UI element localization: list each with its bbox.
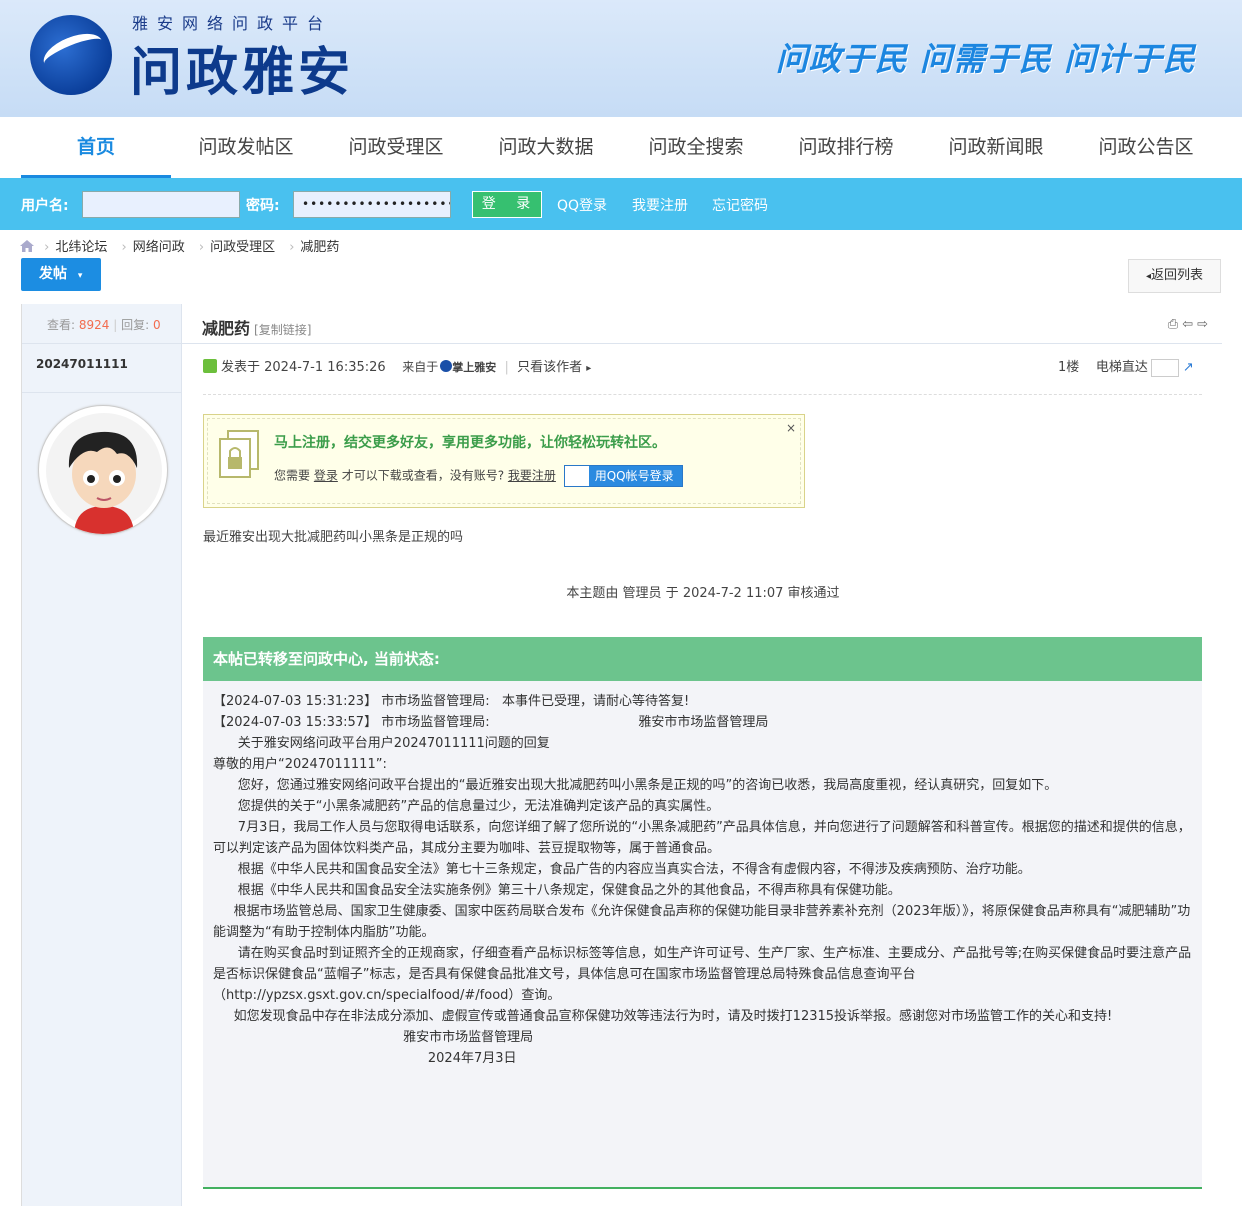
thread-header: 查看: 8924 | 回复: 0 减肥药 [复制链接] ⎙⇦⇨ bbox=[22, 304, 1222, 344]
user-online-icon bbox=[203, 359, 217, 373]
promo-border bbox=[207, 418, 801, 504]
views-label: 查看: bbox=[47, 318, 76, 332]
floor-number: 1楼 bbox=[1058, 360, 1080, 375]
nav-home[interactable]: 首页 bbox=[21, 117, 171, 178]
replies-count: 0 bbox=[152, 318, 161, 332]
only-author-link[interactable]: 只看该作者 bbox=[517, 360, 582, 375]
thread-tools: ⎙⇦⇨ bbox=[1168, 317, 1212, 332]
promo-title: 马上注册，结交更多好友，享用更多功能，让你轻松玩转社区。 bbox=[274, 435, 666, 451]
status-line: 您好，您通过雅安网络问政平台提出的“最近雅安出现大批减肥药叫小黑条是正规的吗”的… bbox=[213, 778, 1058, 793]
nav-post-area[interactable]: 问政发帖区 bbox=[171, 117, 321, 178]
back-to-list-button[interactable]: ◂返回列表 bbox=[1128, 259, 1221, 293]
status-line: 您提供的关于“小黑条减肥药”产品的信息量过少，无法准确判定该产品的真实属性。 bbox=[213, 799, 720, 814]
status-line: 请在购买食品时到证照齐全的正规商家，仔细查看产品标识标签等信息，如生产许可证号、… bbox=[213, 946, 1192, 1003]
post-time: 发表于 2024-7-1 16:35:26 bbox=[221, 360, 386, 375]
site-name[interactable]: 问政雅安 bbox=[130, 30, 354, 105]
caret-down-icon: ▾ bbox=[77, 271, 83, 281]
caret-right-icon: ▸ bbox=[586, 363, 592, 374]
qq-penguin-icon bbox=[564, 466, 589, 486]
prev-thread-icon[interactable]: ⇦ bbox=[1182, 317, 1197, 332]
promo-register-link[interactable]: 我要注册 bbox=[508, 469, 556, 483]
status-line: 尊敬的用户“20247011111”: bbox=[213, 757, 387, 772]
status-line: 【2024-07-03 15:33:57】 市市场监督管理局: 雅安市市场监督管… bbox=[213, 715, 769, 730]
breadcrumb: › 北纬论坛 › 网络问政 › 问政受理区 › 减肥药 bbox=[20, 236, 343, 255]
avatar[interactable] bbox=[38, 405, 168, 535]
qq-login-button[interactable]: 用QQ帐号登录 bbox=[563, 465, 683, 487]
password-input[interactable]: •••••••••••••••••••••••• bbox=[293, 191, 451, 218]
new-post-button[interactable]: 发帖 ▾ bbox=[21, 258, 101, 291]
home-icon[interactable] bbox=[20, 240, 34, 252]
promo-login-link[interactable]: 登录 bbox=[314, 469, 338, 483]
status-line: 根据《中华人民共和国食品安全法实施条例》第三十八条规定，保健食品之外的其他食品，… bbox=[213, 883, 901, 898]
nav-accept-area[interactable]: 问政受理区 bbox=[321, 117, 471, 178]
main-nav: 首页 问政发帖区 问政受理区 问政大数据 问政全搜索 问政排行榜 问政新闻眼 问… bbox=[0, 117, 1242, 178]
qq-login-link[interactable]: QQ登录 bbox=[557, 195, 607, 215]
site-header: 雅安网络问政平台 问政雅安 问政于民 问需于民 问计于民 bbox=[0, 0, 1242, 117]
from-app[interactable]: 掌上雅安 bbox=[452, 361, 496, 374]
register-promo: 马上注册，结交更多好友，享用更多功能，让你轻松玩转社区。 您需要 登录 才可以下… bbox=[203, 414, 805, 508]
forgot-password-link[interactable]: 忘记密码 bbox=[712, 195, 768, 215]
status-body: 【2024-07-03 15:31:23】 市市场监督管理局: 本事件已受理，请… bbox=[203, 681, 1202, 1189]
breadcrumb-current: 减肥药 bbox=[300, 240, 340, 255]
print-icon[interactable]: ⎙ bbox=[1168, 317, 1182, 332]
elevator-label: 电梯直达 bbox=[1095, 360, 1148, 375]
breadcrumb-forum[interactable]: 北纬论坛 bbox=[55, 240, 107, 255]
site-logo-icon[interactable] bbox=[30, 15, 112, 95]
document-lock-icon bbox=[219, 430, 259, 478]
nav-big-data[interactable]: 问政大数据 bbox=[471, 117, 621, 178]
promo-text: 您需要 登录 才可以下载或查看，没有账号? 我要注册 用QQ帐号登录 bbox=[274, 465, 683, 487]
status-header: 本帖已转移至问政中心, 当前状态: bbox=[203, 637, 1202, 681]
status-line: 雅安市市场监督管理局 bbox=[213, 1030, 534, 1045]
new-post-label: 发帖 bbox=[39, 266, 67, 282]
status-line: 如您发现食品中存在非法成分添加、虚假宣传或普通食品宣称保健功效等违法行为时，请及… bbox=[213, 1009, 1113, 1024]
nav-search[interactable]: 问政全搜索 bbox=[621, 117, 771, 178]
views-count: 8924 bbox=[78, 318, 110, 332]
register-link[interactable]: 我要注册 bbox=[632, 195, 688, 215]
nav-news[interactable]: 问政新闻眼 bbox=[921, 117, 1071, 178]
thread-title-text: 减肥药 bbox=[202, 319, 251, 338]
login-button[interactable]: 登 录 bbox=[472, 191, 542, 218]
post-content: 最近雅安出现大批减肥药叫小黑条是正规的吗 bbox=[203, 530, 464, 545]
login-bar: 用户名: 密码: •••••••••••••••••••••••• 登 录 QQ… bbox=[0, 178, 1242, 230]
thread-title: 减肥药 [复制链接] bbox=[202, 315, 311, 339]
status-line: 根据《中华人民共和国食品安全法》第七十三条规定，食品广告的内容应当真实合法，不得… bbox=[213, 862, 1031, 877]
replies-label: 回复: bbox=[121, 318, 150, 332]
close-icon[interactable]: × bbox=[786, 421, 796, 435]
meta-divider bbox=[203, 394, 1202, 395]
status-line: 【2024-07-03 15:31:23】 市市场监督管理局: 本事件已受理，请… bbox=[213, 694, 690, 709]
post-meta: 发表于 2024-7-1 16:35:26 来自于 掌上雅安 | 只看该作者 ▸ bbox=[203, 356, 1203, 375]
username-label: 用户名: bbox=[21, 198, 69, 214]
floor-info: 1楼 电梯直达 ↗ bbox=[1058, 356, 1194, 377]
from-label: 来自于 bbox=[402, 360, 439, 374]
site-slogan: 问政于民 问需于民 问计于民 bbox=[775, 40, 1196, 78]
status-line: 7月3日，我局工作人员与您取得电话联系，向您详细了解了您所说的“小黑条减肥药”产… bbox=[213, 820, 1191, 856]
breadcrumb-wenzheng[interactable]: 网络问政 bbox=[133, 240, 185, 255]
audit-notice: 本主题由 管理员 于 2024-7-2 11:07 审核通过 bbox=[566, 586, 840, 601]
app-logo-icon bbox=[440, 360, 453, 372]
next-thread-icon[interactable]: ⇨ bbox=[1197, 317, 1212, 332]
breadcrumb-accept-area[interactable]: 问政受理区 bbox=[210, 240, 275, 255]
promo-text-1: 您需要 bbox=[274, 468, 311, 483]
status-line: 2024年7月3日 bbox=[213, 1051, 517, 1066]
status-line: 关于雅安网络问政平台用户20247011111问题的回复 bbox=[213, 736, 550, 751]
qq-login-label: 用QQ帐号登录 bbox=[594, 469, 674, 483]
nav-notice[interactable]: 问政公告区 bbox=[1071, 117, 1221, 178]
thread-stats: 查看: 8924 | 回复: 0 bbox=[47, 318, 161, 332]
sidebar-divider bbox=[22, 392, 182, 393]
copy-link[interactable]: [复制链接] bbox=[254, 323, 311, 337]
author-name[interactable]: 20247011111 bbox=[36, 357, 128, 371]
nav-ranking[interactable]: 问政排行榜 bbox=[771, 117, 921, 178]
go-floor-icon[interactable]: ↗ bbox=[1183, 360, 1194, 375]
status-line: 根据市场监管总局、国家卫生健康委、国家中医药局联合发布《允许保健食品声称的保健功… bbox=[213, 904, 1191, 940]
elevator-input[interactable] bbox=[1150, 358, 1179, 377]
avatar-image bbox=[46, 413, 162, 534]
username-input[interactable] bbox=[82, 191, 240, 218]
password-label: 密码: bbox=[246, 198, 280, 214]
thread-table: 查看: 8924 | 回复: 0 减肥药 [复制链接] ⎙⇦⇨ 202470111… bbox=[21, 304, 1222, 1206]
promo-text-2: 才可以下载或查看，没有账号? bbox=[341, 468, 505, 483]
back-to-list-label: 返回列表 bbox=[1151, 268, 1204, 283]
